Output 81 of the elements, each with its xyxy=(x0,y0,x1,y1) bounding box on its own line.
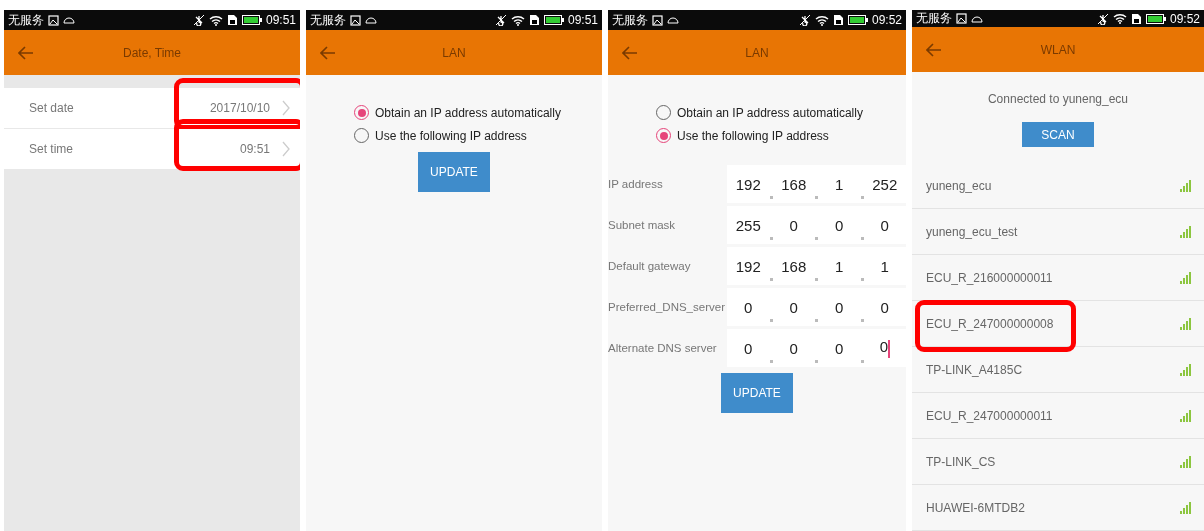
signal-bars-icon xyxy=(1180,179,1192,192)
row-value: 09:51 xyxy=(239,142,270,156)
row-value: 2017/10/10 xyxy=(209,101,270,115)
signal-bars-icon xyxy=(1180,501,1192,514)
radio-option[interactable]: Obtain an IP address automatically xyxy=(656,105,906,120)
radio-option[interactable]: Use the following IP address xyxy=(656,128,906,143)
network-name: yuneng_ecu_test xyxy=(926,224,1019,239)
carrier-text: 无服务 xyxy=(8,11,44,29)
screen-title: LAN xyxy=(441,45,467,60)
settings-row[interactable]: Set time 09:51 xyxy=(4,129,300,169)
wifi-icon xyxy=(208,14,223,26)
network-name: ECU_R_216000000011 xyxy=(926,270,1054,285)
battery-icon xyxy=(1145,13,1166,24)
radio-option[interactable]: Use the following IP address xyxy=(354,128,602,143)
network-item[interactable]: HUAWEI-6MTDB2 xyxy=(912,485,1204,531)
signal-bars-icon xyxy=(1180,271,1192,284)
row-label: Set time xyxy=(29,142,74,156)
ip-input-field[interactable]: 0 0 0 0 xyxy=(727,329,906,367)
carrier-text: 无服务 xyxy=(916,10,952,27)
carrier-text: 无服务 xyxy=(310,11,346,29)
clock-text: 09:52 xyxy=(871,13,902,27)
connection-status: Connected to yuneng_ecu xyxy=(986,92,1130,106)
back-arrow-icon[interactable] xyxy=(622,45,638,60)
network-name: TP-LINK_CS xyxy=(926,454,997,469)
signal-bars-icon xyxy=(1180,225,1192,238)
back-arrow-icon[interactable] xyxy=(320,45,336,60)
network-item[interactable]: TP-LINK_CS xyxy=(912,439,1204,485)
update-button[interactable]: UPDATE xyxy=(721,373,793,413)
network-name: yuneng_ecu xyxy=(926,178,993,193)
network-item[interactable]: yuneng_ecu xyxy=(912,163,1204,209)
battery-icon xyxy=(241,15,262,25)
picture-icon xyxy=(48,14,59,26)
field-label: Default gateway xyxy=(608,260,692,272)
back-arrow-icon[interactable] xyxy=(18,45,34,60)
battery-icon xyxy=(543,15,564,25)
clock-text: 09:52 xyxy=(1169,11,1200,26)
radio-option[interactable]: Obtain an IP address automatically xyxy=(354,105,602,120)
field-label: Subnet mask xyxy=(608,219,677,231)
sim-icon xyxy=(528,14,540,26)
ip-input-field[interactable]: 192 168 1 1 xyxy=(727,247,906,285)
network-name: ECU_R_247000000011 xyxy=(926,408,1054,423)
ip-input-field[interactable]: 192 168 1 252 xyxy=(727,165,906,203)
screen-title: Date, Time xyxy=(122,45,182,60)
battery-icon xyxy=(847,15,868,25)
signal-bars-icon xyxy=(1180,363,1192,376)
signal-bars-icon xyxy=(1180,409,1192,422)
row-label: Set date xyxy=(29,101,75,115)
picture-icon xyxy=(652,14,663,26)
ip-input-field[interactable]: 255 0 0 0 xyxy=(727,206,906,244)
screen-title: LAN xyxy=(744,45,770,60)
chevron-right-icon xyxy=(282,141,290,157)
clock-text: 09:51 xyxy=(567,13,598,27)
scan-button[interactable]: SCAN xyxy=(1022,122,1094,147)
picture-icon xyxy=(956,13,967,24)
settings-row[interactable]: Set date 2017/10/10 xyxy=(4,88,300,128)
wifi-icon xyxy=(510,14,525,26)
sim-icon xyxy=(226,14,238,26)
ip-input-field[interactable]: 0 0 0 0 xyxy=(727,288,906,326)
sim-icon xyxy=(832,14,844,26)
network-name: ECU_R_247000000008 xyxy=(926,316,1055,331)
signal-bars-icon xyxy=(1180,317,1192,330)
carrier-text: 无服务 xyxy=(612,11,648,29)
network-item[interactable]: ECU_R_247000000008 xyxy=(912,301,1204,347)
clock-text: 09:51 xyxy=(265,13,296,27)
field-label: Alternate DNS server xyxy=(608,342,718,354)
wifi-icon xyxy=(814,14,829,26)
network-item[interactable]: ECU_R_247000000011 xyxy=(912,393,1204,439)
network-item[interactable]: TP-LINK_A4185C xyxy=(912,347,1204,393)
field-label: Preferred_DNS_server xyxy=(608,301,726,313)
update-button[interactable]: UPDATE xyxy=(418,152,490,192)
network-item[interactable]: yuneng_ecu_test xyxy=(912,209,1204,255)
signal-bars-icon xyxy=(1180,455,1192,468)
chevron-right-icon xyxy=(282,100,290,116)
back-arrow-icon[interactable] xyxy=(926,42,942,57)
network-name: TP-LINK_A4185C xyxy=(926,362,1024,377)
wifi-icon xyxy=(1112,13,1127,24)
screen-title: WLAN xyxy=(1039,42,1077,57)
network-name: HUAWEI-6MTDB2 xyxy=(926,500,1026,515)
picture-icon xyxy=(350,14,361,26)
field-label: IP address xyxy=(608,178,664,190)
network-item[interactable]: ECU_R_216000000011 xyxy=(912,255,1204,301)
